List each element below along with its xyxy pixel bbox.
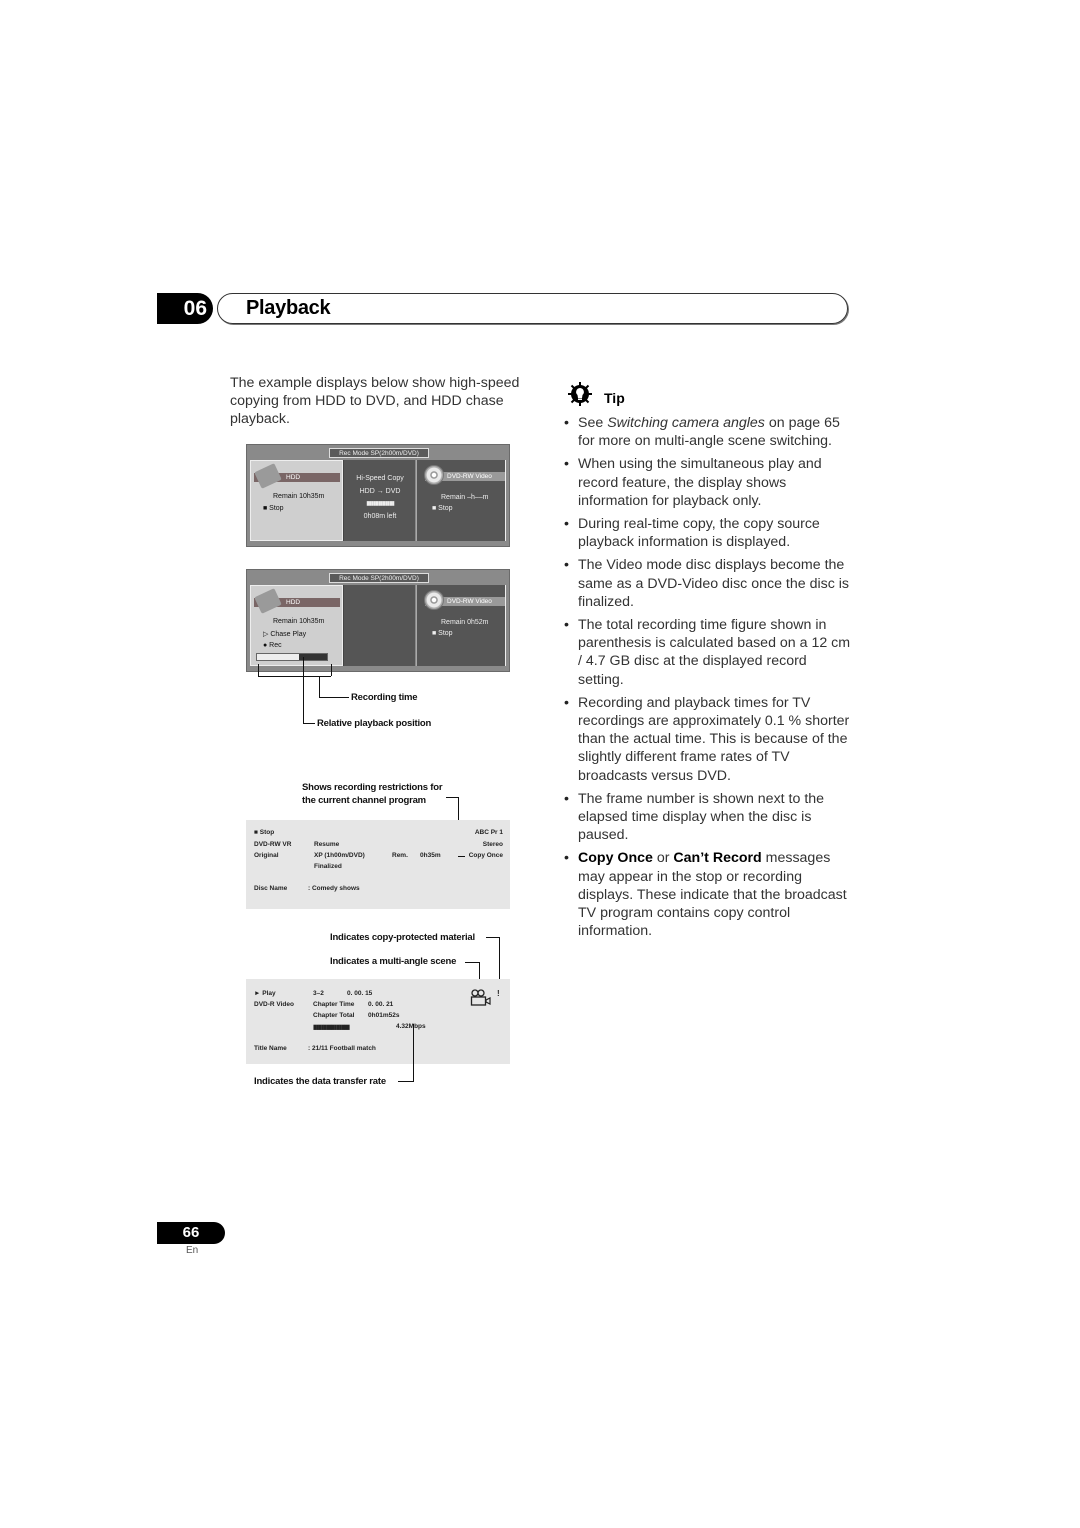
disc-name-value: : Comedy shows — [308, 885, 360, 892]
callout-restrictions-2: the current channel program — [302, 795, 426, 806]
tip-item: The Video mode disc displays become the … — [564, 556, 854, 611]
audio-mode: Stereo — [482, 841, 503, 848]
term-cant-record: Can’t Record — [673, 850, 762, 867]
status: ■ Stop — [254, 829, 275, 836]
hdd-status-chase: ▷ Chase Play — [263, 631, 307, 638]
tip-lightbulb-icon — [568, 382, 592, 406]
callout-relative-position: Relative playback position — [317, 718, 432, 729]
hdd-remain: Remain 10h35m — [273, 493, 325, 500]
tip-item: During real-time copy, the copy source p… — [564, 515, 854, 551]
callout-line — [319, 677, 320, 698]
transfer-rate: 4.32Mbps — [396, 1023, 426, 1030]
resume-label: Resume — [314, 841, 340, 848]
osd-high-speed-copy: Rec Mode SP(2h00m/DVD) HDD Remain 10h35m… — [246, 444, 510, 547]
bracket-line — [331, 664, 332, 676]
hdd-pane: HDD Remain 10h35m ■ Stop — [250, 460, 343, 541]
tip-item: The total recording time figure shown in… — [564, 616, 854, 689]
callout-recording-time: Recording time — [351, 692, 418, 703]
page-number: 66 — [157, 1222, 225, 1244]
disc-name-label: Disc Name — [254, 885, 288, 892]
tip-item: Copy Once or Can’t Record messages may a… — [564, 849, 854, 940]
tip-list: See Switching camera angles on page 65 f… — [564, 414, 854, 945]
disc-icon — [424, 465, 444, 485]
tip-item: When using the simultaneous play and rec… — [564, 455, 854, 510]
disc-type: DVD-RW VR — [254, 841, 292, 848]
empty-pane — [343, 585, 415, 666]
callout-line — [446, 797, 458, 798]
bracket-line — [258, 664, 259, 676]
title-name-value: : 21/11 Football match — [308, 1045, 376, 1052]
chapter-number: 3–2 — [313, 990, 324, 997]
copy-progress-bar: ▮▮▮▮▮▮▮▮▮▮▮▮ — [366, 501, 395, 507]
finalized-label: Finalized — [314, 863, 342, 870]
multi-angle-camera-icon — [470, 989, 491, 1006]
callout-line — [303, 723, 315, 724]
rec-mode-label: Rec Mode SP(2h00m/DVD) — [329, 573, 429, 583]
original-label: Original — [254, 852, 279, 859]
chapter-number: 06 — [157, 293, 213, 324]
osd-chase-play: Rec Mode SP(2h00m/DVD) HDD Remain 10h35m… — [246, 569, 510, 672]
dvd-status: ■ Stop — [432, 630, 453, 637]
callout-copy-protected: Indicates copy-protected material — [330, 932, 475, 943]
hdd-status-rec: ● Rec — [263, 642, 282, 649]
callout-transfer-rate: Indicates the data transfer rate — [254, 1076, 386, 1087]
copy-pane: Hi-Speed Copy HDD → DVD ▮▮▮▮▮▮▮▮▮▮▮▮ 0h0… — [343, 460, 415, 541]
rem-label: Rem. — [392, 852, 408, 859]
tip-heading: Tip — [604, 390, 625, 406]
tip-text: See — [578, 415, 608, 431]
rec-mode-label: Rec Mode SP(2h00m/DVD) — [329, 448, 429, 458]
callout-line — [413, 1024, 414, 1082]
dvd-status: ■ Stop — [432, 505, 453, 512]
chapter-title: Playback — [246, 297, 331, 319]
cross-reference: Switching camera angles — [607, 415, 765, 431]
dvd-pane: DVD-RW Video Remain 0h52m ■ Stop — [416, 585, 506, 666]
tip-text: or — [652, 850, 674, 867]
copy-direction: HDD → DVD — [359, 488, 401, 495]
disc-icon — [424, 590, 444, 610]
term-copy-once: Copy Once — [578, 850, 653, 867]
copy-mode: Hi-Speed Copy — [356, 475, 404, 482]
hdd-remain: Remain 10h35m — [273, 618, 325, 625]
copy-time-left: 0h08m left — [363, 513, 397, 520]
callout-restrictions-1: Shows recording restrictions for — [302, 782, 443, 793]
copy-status: Copy Once — [468, 852, 503, 859]
tip-item: See Switching camera angles on page 65 f… — [564, 414, 854, 450]
callout-line — [398, 1081, 414, 1082]
channel: ABC Pr 1 — [474, 829, 503, 836]
chapter-total-label: Chapter Total — [313, 1012, 355, 1019]
intro-paragraph: The example displays below show high-spe… — [230, 375, 520, 427]
hdd-icon — [254, 588, 282, 614]
chapter-time-label: Chapter Time — [313, 1001, 355, 1008]
page-language: En — [186, 1245, 199, 1256]
tip-item: The frame number is shown next to the el… — [564, 790, 854, 845]
record-mode: XP (1h00m/DVD) — [314, 852, 365, 859]
disc-info-panel: ■ Stop DVD-RW VR Original Resume XP (1h0… — [246, 820, 510, 909]
hdd-icon — [254, 463, 282, 489]
rem-value: 0h35m — [420, 852, 441, 859]
tip-item: Recording and playback times for TV reco… — [564, 694, 854, 785]
bracket-line — [258, 676, 331, 677]
dvd-remain: Remain –h––m — [441, 494, 489, 501]
copy-protected-indicator: ! — [497, 989, 500, 998]
disc-type: DVD-R Video — [254, 1001, 294, 1008]
hdd-status: ■ Stop — [263, 505, 284, 512]
transfer-rate-bar: ▮▮▮▮▮▮▮▮▮▮▮▮▮▮ — [313, 1024, 350, 1031]
callout-line — [465, 962, 479, 963]
callout-line — [458, 856, 465, 857]
chapter-time-value: 0. 00. 21 — [368, 1001, 394, 1008]
dvd-remain: Remain 0h52m — [441, 619, 489, 626]
chapter-total-value: 0h01m52s — [368, 1012, 400, 1019]
elapsed-time: 0. 00. 15 — [347, 990, 373, 997]
playback-position-bar — [256, 653, 328, 661]
callout-line — [486, 937, 499, 938]
callout-multi-angle: Indicates a multi-angle scene — [330, 956, 457, 967]
dvd-pane: DVD-RW Video Remain –h––m ■ Stop — [416, 460, 506, 541]
callout-line — [303, 657, 304, 724]
playback-info-panel: ► Play DVD-R Video 3–2 0. 00. 15 Chapter… — [246, 979, 510, 1064]
callout-line — [319, 697, 349, 698]
status: ► Play — [254, 990, 276, 997]
title-name-label: Title Name — [254, 1045, 287, 1052]
